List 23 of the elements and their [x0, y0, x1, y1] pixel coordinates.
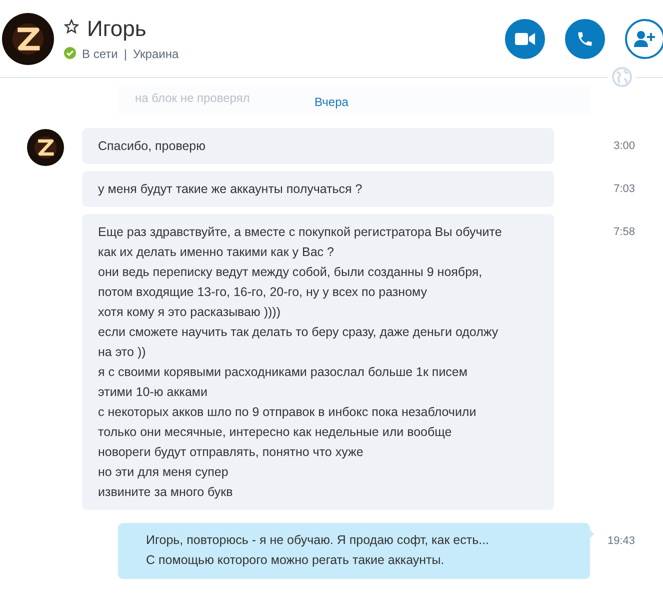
message-bubble: у меня будут такие же аккаунты получаться ? — [82, 171, 554, 207]
globe-icon — [612, 67, 632, 87]
message-bubble: Еще раз здравствуйте, а вместе с покупкой регистратора Вы обучите как их делать именно такими как у Вас ? они ведь переписку ведут между собой, были созданны 9 ноября, потом входящие 13-го, 16-го, 20-го, ну у всех по разному хотя кому я это расказываю )))) если сможете научить так делать то беру сразу, даже деньги одолжу на это )) я с своими корявыми расходниками разослал больше 1к писем этими 10-ю акками с некоторых акков шло по 9 отправок в инбокс пока незаблочили только они месячные, интересно как недельные или вообще новореги будут отправлять, понятно что хуже но эти для меня супер извините за много букв — [82, 214, 554, 510]
add-person-button[interactable] — [625, 18, 663, 58]
video-button[interactable] — [505, 18, 545, 58]
message-time: 7:58 — [614, 226, 635, 238]
message-time: 19:43 — [607, 535, 635, 547]
message-time: 3:00 — [614, 140, 635, 152]
phone-icon — [576, 30, 594, 48]
faded-message-text: на блок не проверял — [135, 91, 250, 105]
message-time: 7:03 — [614, 183, 635, 195]
separator: | — [124, 47, 127, 61]
date-label: Вчера — [314, 95, 348, 109]
message-bubble: Игорь, повторюсь - я не обучаю. Я продаю софт, как есть... С помощью которого можно регать такие аккаунты. — [118, 523, 590, 579]
add-person-icon — [634, 30, 656, 48]
location-text: Украина — [132, 47, 179, 61]
video-camera-icon — [515, 32, 535, 46]
call-button[interactable] — [565, 18, 605, 58]
avatar — [2, 12, 54, 64]
status-text: В сети — [82, 47, 118, 61]
message-bubble: Спасибо, проверю — [82, 128, 554, 164]
contact-name: Игорь — [87, 16, 146, 42]
star-icon[interactable] — [64, 18, 79, 34]
